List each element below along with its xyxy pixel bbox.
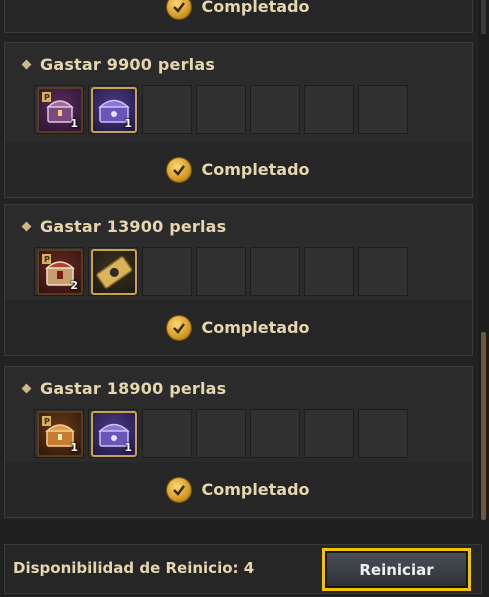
completed-label: Completado (201, 160, 310, 179)
reward-slot[interactable]: P 2 (34, 247, 84, 296)
card-title: Gastar 13900 perlas (21, 217, 226, 236)
reset-panel: Disponibilidad de Reinicio: 4 Reiniciar (4, 544, 482, 594)
check-icon (167, 477, 192, 502)
empty-slot (358, 247, 408, 296)
reward-list-panel: Completado Gastar 9900 perlas P 1 1 Comp… (0, 0, 478, 520)
gold-ticket-icon[interactable] (91, 249, 137, 295)
reward-card-partial: Completado (4, 0, 473, 33)
completed-label: Completado (201, 318, 310, 337)
completed-status: Completado (167, 157, 310, 182)
check-icon (167, 0, 192, 19)
check-icon (167, 157, 192, 182)
card-title: Gastar 9900 perlas (21, 55, 215, 74)
empty-slot (250, 85, 300, 134)
footer-bar: Disponibilidad de Reinicio: 4 Reiniciar (0, 520, 489, 597)
reward-slots: P 2 (34, 247, 408, 296)
empty-slot (196, 409, 246, 458)
empty-slot (196, 247, 246, 296)
card-title: Gastar 18900 perlas (21, 379, 226, 398)
reset-availability-label: Disponibilidad de Reinicio: 4 (13, 559, 255, 577)
reward-slot[interactable] (88, 247, 138, 296)
reset-button[interactable]: Reiniciar (322, 548, 471, 591)
empty-slot (358, 85, 408, 134)
check-icon (167, 315, 192, 340)
reward-slot[interactable]: P 1 (34, 409, 84, 458)
empty-slot (304, 409, 354, 458)
empty-slot (304, 85, 354, 134)
item-count: 2 (70, 279, 78, 292)
purple-chest-icon[interactable]: 1 (91, 411, 137, 457)
empty-slot (358, 409, 408, 458)
reward-card: Gastar 9900 perlas P 1 1 Completado (4, 42, 473, 198)
item-count: 1 (70, 117, 78, 130)
empty-slot (142, 409, 192, 458)
empty-slot (196, 85, 246, 134)
gold-chest-icon[interactable]: P 1 (37, 411, 83, 457)
item-count: 1 (124, 441, 132, 454)
reward-card: Gastar 18900 perlas P 1 1 Completado (4, 366, 473, 518)
empty-slot (304, 247, 354, 296)
reward-slot[interactable]: 1 (88, 409, 138, 458)
item-count: 1 (124, 117, 132, 130)
completed-status: Completado (167, 315, 310, 340)
completed-label: Completado (201, 480, 310, 499)
card-footer: Completado (5, 300, 472, 355)
svg-text:P: P (44, 417, 50, 426)
empty-slot (250, 409, 300, 458)
empty-slot (142, 85, 192, 134)
completed-status: Completado (167, 477, 310, 502)
reward-slots: P 1 1 (34, 85, 408, 134)
purple-chest-icon[interactable]: 1 (91, 87, 137, 133)
item-count: 1 (70, 441, 78, 454)
card-footer: Completado (5, 142, 472, 197)
reward-card: Gastar 13900 perlas P 2 Completado (4, 204, 473, 356)
svg-text:P: P (44, 93, 50, 102)
reward-slot[interactable]: 1 (88, 85, 138, 134)
diamond-bullet-icon (21, 59, 32, 70)
completed-status: Completado (167, 0, 310, 19)
reward-slots: P 1 1 (34, 409, 408, 458)
reset-button-label[interactable]: Reiniciar (327, 553, 466, 586)
completed-label: Completado (201, 0, 310, 16)
diamond-bullet-icon (21, 383, 32, 394)
scrollbar-track-cap (481, 0, 486, 34)
card-footer: Completado (5, 0, 472, 32)
card-footer: Completado (5, 462, 472, 517)
svg-text:P: P (44, 255, 50, 264)
scrollbar[interactable] (478, 0, 489, 520)
empty-slot (142, 247, 192, 296)
reward-slot[interactable]: P 1 (34, 85, 84, 134)
empty-slot (250, 247, 300, 296)
diamond-bullet-icon (21, 221, 32, 232)
scrollbar-thumb[interactable] (481, 332, 486, 520)
red-chest-icon[interactable]: P 2 (37, 249, 83, 295)
purple-chest-icon[interactable]: P 1 (37, 87, 83, 133)
